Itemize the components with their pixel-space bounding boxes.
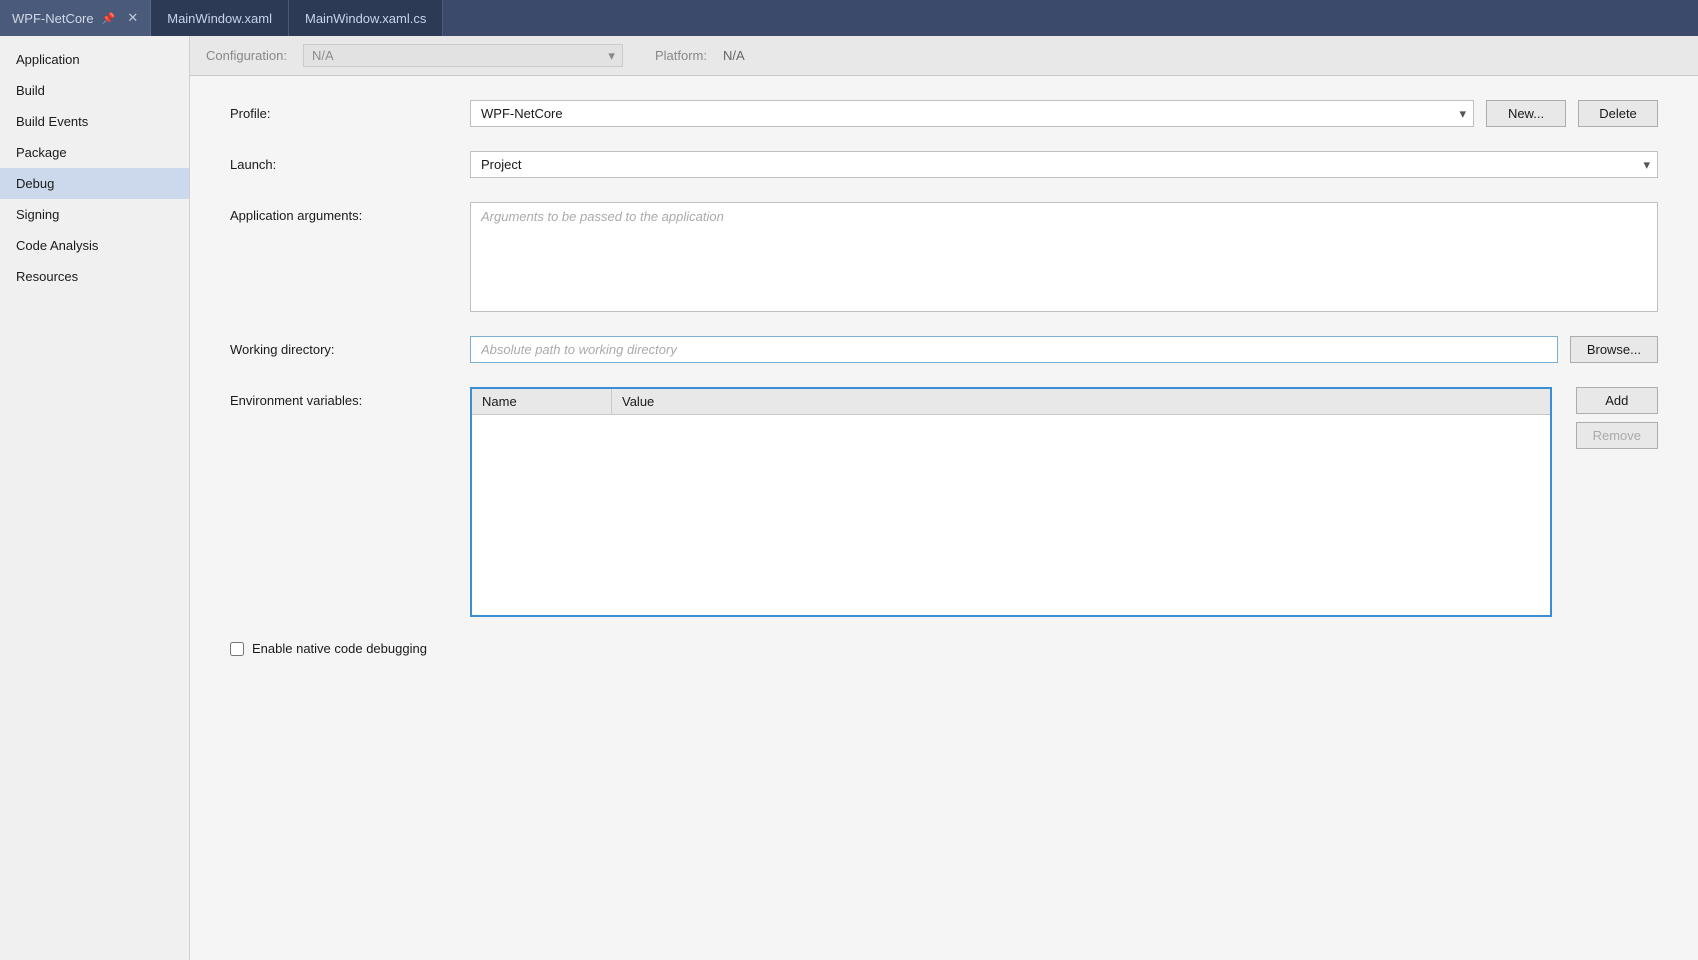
configuration-label: Configuration: (206, 48, 287, 63)
env-vars-control-area: Name Value Add Remove (470, 387, 1658, 617)
working-dir-input[interactable] (470, 336, 1558, 363)
pin-icon: 📌 (102, 12, 116, 25)
launch-row: Launch: Project (230, 151, 1658, 178)
form-content: Profile: WPF-NetCore New... Delete Launc… (190, 76, 1698, 960)
sidebar-item-application[interactable]: Application (0, 44, 189, 75)
launch-control-area: Project (470, 151, 1658, 178)
profile-control-area: WPF-NetCore New... Delete (470, 100, 1658, 127)
tab-bar: WPF-NetCore 📌 ✕ MainWindow.xaml MainWind… (0, 0, 1698, 36)
native-debug-row: Enable native code debugging (230, 641, 1658, 656)
profile-row: Profile: WPF-NetCore New... Delete (230, 100, 1658, 127)
configuration-select[interactable]: N/A (303, 44, 623, 67)
project-tab[interactable]: WPF-NetCore 📌 ✕ (0, 0, 151, 36)
env-table: Name Value (470, 387, 1552, 617)
env-table-header: Name Value (472, 389, 1550, 415)
env-vars-label: Environment variables: (230, 387, 470, 408)
configuration-select-wrapper: N/A (303, 44, 623, 67)
launch-label: Launch: (230, 151, 470, 172)
app-args-control-area (470, 202, 1658, 312)
profile-label: Profile: (230, 100, 470, 121)
platform-value: N/A (723, 48, 1682, 63)
sidebar: Application Build Build Events Package D… (0, 36, 190, 960)
native-debug-label: Enable native code debugging (252, 641, 427, 656)
app-args-row: Application arguments: (230, 202, 1658, 312)
sidebar-item-debug[interactable]: Debug (0, 168, 189, 199)
env-value-header: Value (612, 389, 1550, 414)
working-dir-label: Working directory: (230, 336, 470, 357)
sidebar-item-package[interactable]: Package (0, 137, 189, 168)
profile-select-wrapper: WPF-NetCore (470, 100, 1474, 127)
tab-mainwindow-xaml-cs[interactable]: MainWindow.xaml.cs (289, 0, 443, 36)
app-args-label: Application arguments: (230, 202, 470, 223)
profile-select[interactable]: WPF-NetCore (470, 100, 1474, 127)
content-area: Configuration: N/A Platform: N/A Profile… (190, 36, 1698, 960)
sidebar-item-signing[interactable]: Signing (0, 199, 189, 230)
config-bar: Configuration: N/A Platform: N/A (190, 36, 1698, 76)
main-layout: Application Build Build Events Package D… (0, 36, 1698, 960)
launch-select-wrapper: Project (470, 151, 1658, 178)
delete-button[interactable]: Delete (1578, 100, 1658, 127)
sidebar-item-build[interactable]: Build (0, 75, 189, 106)
sidebar-item-code-analysis[interactable]: Code Analysis (0, 230, 189, 261)
sidebar-item-resources[interactable]: Resources (0, 261, 189, 292)
working-dir-row: Working directory: Browse... (230, 336, 1658, 363)
env-table-body[interactable] (472, 415, 1550, 615)
tab-mainwindow-xaml[interactable]: MainWindow.xaml (151, 0, 289, 36)
env-vars-row: Environment variables: Name Value Add Re… (230, 387, 1658, 617)
working-dir-control-area: Browse... (470, 336, 1658, 363)
new-button[interactable]: New... (1486, 100, 1566, 127)
launch-select[interactable]: Project (470, 151, 1658, 178)
platform-label: Platform: (655, 48, 707, 63)
env-name-header: Name (472, 389, 612, 414)
app-args-textarea[interactable] (470, 202, 1658, 312)
project-tab-label: WPF-NetCore (12, 11, 94, 26)
close-icon[interactable]: ✕ (127, 10, 138, 26)
add-button[interactable]: Add (1576, 387, 1658, 414)
remove-button[interactable]: Remove (1576, 422, 1658, 449)
native-debug-checkbox[interactable] (230, 642, 244, 656)
sidebar-item-build-events[interactable]: Build Events (0, 106, 189, 137)
env-buttons: Add Remove (1576, 387, 1658, 449)
browse-button[interactable]: Browse... (1570, 336, 1658, 363)
